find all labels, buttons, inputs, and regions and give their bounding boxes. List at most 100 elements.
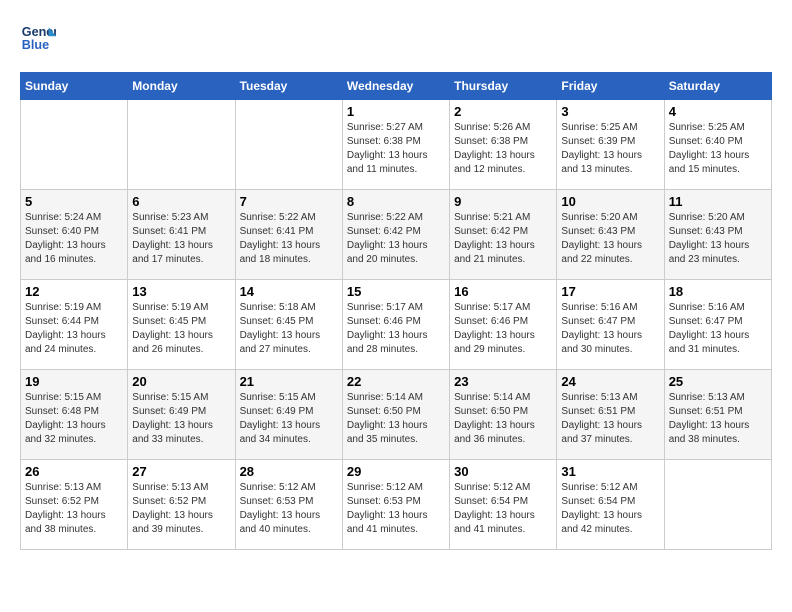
- day-number: 17: [561, 284, 659, 299]
- day-number: 6: [132, 194, 230, 209]
- day-number: 19: [25, 374, 123, 389]
- day-number: 29: [347, 464, 445, 479]
- calendar-cell: 5 Sunrise: 5:24 AM Sunset: 6:40 PM Daylig…: [21, 190, 128, 280]
- day-number: 18: [669, 284, 767, 299]
- day-number: 11: [669, 194, 767, 209]
- day-info: Sunrise: 5:19 AM Sunset: 6:44 PM Dayligh…: [25, 301, 123, 357]
- day-number: 16: [454, 284, 552, 299]
- calendar-cell: 29 Sunrise: 5:12 AM Sunset: 6:53 PM Dayli…: [342, 460, 449, 550]
- day-number: 8: [347, 194, 445, 209]
- week-row-2: 5 Sunrise: 5:24 AM Sunset: 6:40 PM Daylig…: [21, 190, 772, 280]
- calendar-cell: 22Sunrise: 5:14 AM Sunset: 6:50 PM Dayli…: [342, 370, 449, 460]
- day-info: Sunrise: 5:13 AM Sunset: 6:51 PM Dayligh…: [669, 391, 767, 447]
- calendar-cell: 30 Sunrise: 5:12 AM Sunset: 6:54 PM Dayli…: [450, 460, 557, 550]
- day-number: 30: [454, 464, 552, 479]
- calendar-cell: 11 Sunrise: 5:20 AM Sunset: 6:43 PM Dayli…: [664, 190, 771, 280]
- page-header: General Blue: [20, 20, 772, 56]
- day-number: 25: [669, 374, 767, 389]
- day-info: Sunrise: 5:15 AM Sunset: 6:49 PM Dayligh…: [132, 391, 230, 447]
- day-info: Sunrise: 5:13 AM Sunset: 6:51 PM Dayligh…: [561, 391, 659, 447]
- weekday-header-wednesday: Wednesday: [342, 73, 449, 100]
- day-number: 5: [25, 194, 123, 209]
- day-info: Sunrise: 5:12 AM Sunset: 6:54 PM Dayligh…: [454, 481, 552, 537]
- calendar-cell: 8Sunrise: 5:22 AM Sunset: 6:42 PM Daylig…: [342, 190, 449, 280]
- calendar-cell: 24 Sunrise: 5:13 AM Sunset: 6:51 PM Dayli…: [557, 370, 664, 460]
- calendar-cell: 21 Sunrise: 5:15 AM Sunset: 6:49 PM Dayli…: [235, 370, 342, 460]
- calendar-cell: 3 Sunrise: 5:25 AM Sunset: 6:39 PM Daylig…: [557, 100, 664, 190]
- day-number: 24: [561, 374, 659, 389]
- day-info: Sunrise: 5:15 AM Sunset: 6:49 PM Dayligh…: [240, 391, 338, 447]
- day-info: Sunrise: 5:16 AM Sunset: 6:47 PM Dayligh…: [561, 301, 659, 357]
- day-number: 23: [454, 374, 552, 389]
- day-info: Sunrise: 5:15 AM Sunset: 6:48 PM Dayligh…: [25, 391, 123, 447]
- day-number: 2: [454, 104, 552, 119]
- calendar-cell: 23 Sunrise: 5:14 AM Sunset: 6:50 PM Dayli…: [450, 370, 557, 460]
- day-info: Sunrise: 5:24 AM Sunset: 6:40 PM Dayligh…: [25, 211, 123, 267]
- weekday-header-sunday: Sunday: [21, 73, 128, 100]
- calendar-cell: 15 Sunrise: 5:17 AM Sunset: 6:46 PM Dayli…: [342, 280, 449, 370]
- day-number: 12: [25, 284, 123, 299]
- calendar-cell: 14 Sunrise: 5:18 AM Sunset: 6:45 PM Dayli…: [235, 280, 342, 370]
- calendar-cell: 1Sunrise: 5:27 AM Sunset: 6:38 PM Daylig…: [342, 100, 449, 190]
- day-info: Sunrise: 5:23 AM Sunset: 6:41 PM Dayligh…: [132, 211, 230, 267]
- week-row-3: 12 Sunrise: 5:19 AM Sunset: 6:44 PM Dayli…: [21, 280, 772, 370]
- day-info: Sunrise: 5:18 AM Sunset: 6:45 PM Dayligh…: [240, 301, 338, 357]
- calendar-cell: 18Sunrise: 5:16 AM Sunset: 6:47 PM Dayli…: [664, 280, 771, 370]
- calendar-cell: 28 Sunrise: 5:12 AM Sunset: 6:53 PM Dayli…: [235, 460, 342, 550]
- day-info: Sunrise: 5:25 AM Sunset: 6:39 PM Dayligh…: [561, 121, 659, 177]
- week-row-1: 1Sunrise: 5:27 AM Sunset: 6:38 PM Daylig…: [21, 100, 772, 190]
- day-info: Sunrise: 5:17 AM Sunset: 6:46 PM Dayligh…: [454, 301, 552, 357]
- day-number: 14: [240, 284, 338, 299]
- day-info: Sunrise: 5:25 AM Sunset: 6:40 PM Dayligh…: [669, 121, 767, 177]
- calendar-cell: 4 Sunrise: 5:25 AM Sunset: 6:40 PM Daylig…: [664, 100, 771, 190]
- logo: General Blue: [20, 20, 60, 56]
- calendar-cell: 9 Sunrise: 5:21 AM Sunset: 6:42 PM Daylig…: [450, 190, 557, 280]
- day-number: 15: [347, 284, 445, 299]
- day-info: Sunrise: 5:20 AM Sunset: 6:43 PM Dayligh…: [669, 211, 767, 267]
- day-info: Sunrise: 5:12 AM Sunset: 6:53 PM Dayligh…: [240, 481, 338, 537]
- day-info: Sunrise: 5:19 AM Sunset: 6:45 PM Dayligh…: [132, 301, 230, 357]
- calendar-cell: [128, 100, 235, 190]
- day-info: Sunrise: 5:26 AM Sunset: 6:38 PM Dayligh…: [454, 121, 552, 177]
- calendar-cell: 26 Sunrise: 5:13 AM Sunset: 6:52 PM Dayli…: [21, 460, 128, 550]
- week-row-4: 19 Sunrise: 5:15 AM Sunset: 6:48 PM Dayli…: [21, 370, 772, 460]
- day-number: 10: [561, 194, 659, 209]
- calendar-cell: 16 Sunrise: 5:17 AM Sunset: 6:46 PM Dayli…: [450, 280, 557, 370]
- weekday-header-saturday: Saturday: [664, 73, 771, 100]
- day-number: 26: [25, 464, 123, 479]
- calendar-cell: 13 Sunrise: 5:19 AM Sunset: 6:45 PM Dayli…: [128, 280, 235, 370]
- day-info: Sunrise: 5:12 AM Sunset: 6:53 PM Dayligh…: [347, 481, 445, 537]
- weekday-header-friday: Friday: [557, 73, 664, 100]
- calendar-cell: 19 Sunrise: 5:15 AM Sunset: 6:48 PM Dayli…: [21, 370, 128, 460]
- day-number: 7: [240, 194, 338, 209]
- day-info: Sunrise: 5:14 AM Sunset: 6:50 PM Dayligh…: [347, 391, 445, 447]
- calendar-cell: [235, 100, 342, 190]
- calendar-cell: 17 Sunrise: 5:16 AM Sunset: 6:47 PM Dayli…: [557, 280, 664, 370]
- calendar-cell: 10 Sunrise: 5:20 AM Sunset: 6:43 PM Dayli…: [557, 190, 664, 280]
- calendar-cell: 12 Sunrise: 5:19 AM Sunset: 6:44 PM Dayli…: [21, 280, 128, 370]
- calendar-table: SundayMondayTuesdayWednesdayThursdayFrid…: [20, 72, 772, 550]
- calendar-cell: [664, 460, 771, 550]
- weekday-header-thursday: Thursday: [450, 73, 557, 100]
- day-info: Sunrise: 5:12 AM Sunset: 6:54 PM Dayligh…: [561, 481, 659, 537]
- day-number: 9: [454, 194, 552, 209]
- day-number: 3: [561, 104, 659, 119]
- day-number: 13: [132, 284, 230, 299]
- day-number: 21: [240, 374, 338, 389]
- day-info: Sunrise: 5:20 AM Sunset: 6:43 PM Dayligh…: [561, 211, 659, 267]
- week-row-5: 26 Sunrise: 5:13 AM Sunset: 6:52 PM Dayli…: [21, 460, 772, 550]
- day-number: 28: [240, 464, 338, 479]
- day-info: Sunrise: 5:14 AM Sunset: 6:50 PM Dayligh…: [454, 391, 552, 447]
- day-info: Sunrise: 5:17 AM Sunset: 6:46 PM Dayligh…: [347, 301, 445, 357]
- calendar-cell: 25 Sunrise: 5:13 AM Sunset: 6:51 PM Dayli…: [664, 370, 771, 460]
- calendar-cell: 7Sunrise: 5:22 AM Sunset: 6:41 PM Daylig…: [235, 190, 342, 280]
- day-info: Sunrise: 5:13 AM Sunset: 6:52 PM Dayligh…: [25, 481, 123, 537]
- day-info: Sunrise: 5:21 AM Sunset: 6:42 PM Dayligh…: [454, 211, 552, 267]
- day-number: 4: [669, 104, 767, 119]
- weekday-header-tuesday: Tuesday: [235, 73, 342, 100]
- calendar-cell: 27Sunrise: 5:13 AM Sunset: 6:52 PM Dayli…: [128, 460, 235, 550]
- calendar-cell: 6 Sunrise: 5:23 AM Sunset: 6:41 PM Daylig…: [128, 190, 235, 280]
- svg-text:Blue: Blue: [22, 38, 49, 52]
- calendar-cell: 2 Sunrise: 5:26 AM Sunset: 6:38 PM Daylig…: [450, 100, 557, 190]
- calendar-cell: [21, 100, 128, 190]
